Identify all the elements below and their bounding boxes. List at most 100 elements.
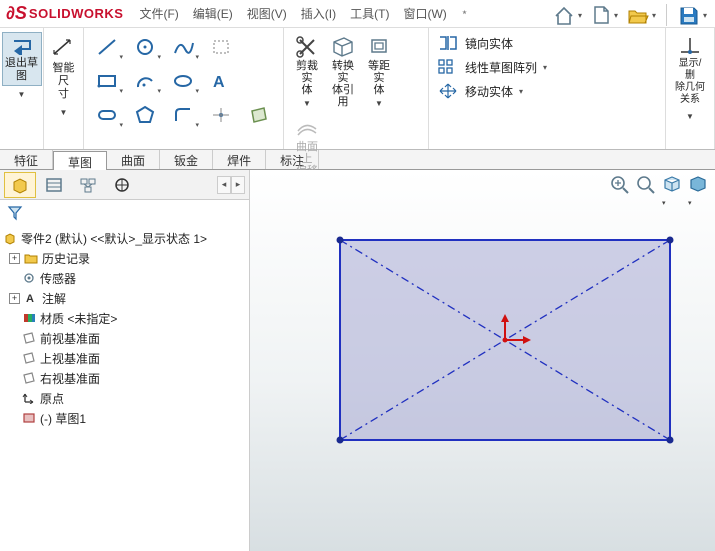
expand-icon[interactable]: + — [9, 293, 20, 304]
empty-slot-1 — [242, 32, 276, 62]
funnel-icon[interactable] — [6, 204, 24, 222]
tab-weldment[interactable]: 焊件 — [213, 150, 266, 169]
qa-open-button[interactable]: ▾ — [624, 2, 658, 28]
move-button[interactable]: 移动实体 ▾ — [437, 82, 657, 100]
exit-sketch-button[interactable]: 退出草 图 — [2, 32, 42, 86]
dropdown-icon[interactable]: ▼ — [18, 90, 26, 99]
offset-button[interactable]: 等距实 体 ▼ — [362, 32, 396, 111]
fillet-tool[interactable]: ▾ — [166, 100, 200, 130]
rectangle-tool[interactable]: ▾ — [90, 66, 124, 96]
expand-icon[interactable]: + — [9, 253, 20, 264]
plane-tool[interactable] — [242, 100, 276, 130]
tree-origin[interactable]: 原点 — [0, 388, 249, 408]
tree-top-plane[interactable]: 上视基准面 — [0, 348, 249, 368]
sketch-rectangle[interactable] — [330, 230, 690, 460]
dropdown-icon[interactable]: ▼ — [60, 108, 68, 117]
display-style-button[interactable]: ▾ — [687, 174, 709, 208]
text-icon: A — [210, 71, 232, 91]
line-tool[interactable]: ▾ — [90, 32, 124, 62]
quick-access-toolbar: ▾ ▾ ▾ ▾ — [550, 2, 709, 28]
qa-home-button[interactable]: ▾ — [550, 2, 584, 28]
panel-next-button[interactable]: ▸ — [231, 176, 245, 194]
filter-row — [0, 200, 249, 226]
open-folder-icon — [626, 4, 650, 26]
rectangle-icon — [96, 71, 118, 91]
dropdown-icon[interactable]: ▼ — [686, 112, 694, 121]
arc-tool[interactable]: ▾ — [128, 66, 162, 96]
display-relations-label: 显示/删 除几何 关系 — [674, 58, 706, 106]
text-tool[interactable]: A — [204, 66, 238, 96]
plane-icon — [248, 105, 270, 125]
tree-sensors-label: 传感器 — [40, 270, 76, 287]
tree-sketch1[interactable]: (-) 草图1 — [0, 408, 249, 428]
property-icon — [44, 176, 64, 194]
tree-annotations[interactable]: + A 注解 — [0, 288, 249, 308]
tab-sheet-metal[interactable]: 钣金 — [160, 150, 213, 169]
smart-dimension-button[interactable]: 智能尺 寸 — [48, 32, 80, 104]
ribbon-group-display: 显示/删 除几何 关系 ▼ — [665, 28, 715, 149]
linear-pattern-label: 线性草图阵列 — [465, 59, 537, 76]
zoom-fit-button[interactable] — [609, 174, 631, 208]
material-icon — [21, 312, 37, 324]
offset-icon — [366, 34, 392, 58]
convert-label: 转换实 体引用 — [328, 60, 358, 108]
convert-button[interactable]: 转换实 体引用 — [326, 32, 360, 111]
tree-history[interactable]: + 历史记录 — [0, 248, 249, 268]
menu-view[interactable]: 视图(V) — [247, 5, 287, 22]
qa-save-button[interactable]: ▾ — [675, 2, 709, 28]
linear-pattern-button[interactable]: 线性草图阵列 ▾ — [437, 58, 657, 76]
panel-nav: ◂ ▸ — [217, 176, 245, 194]
feature-tree: 零件2 (默认) <<默认>_显示状态 1> + 历史记录 传感器 + A 注解 — [0, 226, 249, 551]
menu-edit[interactable]: 编辑(E) — [193, 5, 233, 22]
tree-material[interactable]: 材质 <未指定> — [0, 308, 249, 328]
tree-sensors[interactable]: 传感器 — [0, 268, 249, 288]
feature-tree-tab[interactable] — [4, 172, 36, 198]
tree-top-plane-label: 上视基准面 — [40, 350, 100, 367]
tree-right-plane[interactable]: 右视基准面 — [0, 368, 249, 388]
tab-sketch[interactable]: 草图 — [53, 151, 107, 170]
ribbon: 退出草 图 ▼ 智能尺 寸 ▼ ▾ ▾ ▾ ▾ ▾ ▾ A ▾ ▾ — [0, 28, 715, 150]
sensor-icon — [21, 272, 37, 284]
tree-root[interactable]: 零件2 (默认) <<默认>_显示状态 1> — [0, 228, 249, 248]
spline-tool[interactable]: ▾ — [166, 32, 200, 62]
dropdown-icon[interactable]: ▼ — [303, 100, 311, 109]
tab-surface[interactable]: 曲面 — [107, 150, 160, 169]
part-icon — [10, 176, 30, 194]
convert-icon — [330, 34, 356, 58]
ellipse-tool[interactable]: ▾ — [166, 66, 200, 96]
dimxpert-icon — [112, 176, 132, 194]
circle-tool[interactable]: ▾ — [128, 32, 162, 62]
tree-history-label: 历史记录 — [42, 250, 90, 267]
menu-insert[interactable]: 插入(I) — [301, 5, 336, 22]
polygon-tool[interactable] — [128, 100, 162, 130]
tab-feature[interactable]: 特征 — [0, 150, 53, 169]
menu-more-icon[interactable]: ⋆ — [461, 5, 469, 22]
configuration-tab[interactable] — [72, 172, 104, 198]
smart-dimension-icon — [50, 34, 78, 60]
move-icon — [437, 82, 459, 100]
fillet-icon — [172, 105, 194, 125]
menu-tool[interactable]: 工具(T) — [350, 5, 389, 22]
menu-window[interactable]: 窗口(W) — [403, 5, 446, 22]
dropdown-icon[interactable]: ▼ — [375, 100, 383, 109]
mirror-button[interactable]: 镜向实体 — [437, 34, 657, 52]
construction-geometry-tool[interactable] — [204, 32, 238, 62]
qa-new-button[interactable]: ▾ — [588, 2, 620, 28]
menu-file[interactable]: 文件(F) — [139, 5, 178, 22]
trim-button[interactable]: 剪裁实 体 ▼ — [290, 32, 324, 111]
new-doc-icon — [590, 4, 612, 26]
ribbon-group-smart-dim: 智能尺 寸 ▼ — [44, 28, 84, 149]
graphics-viewport[interactable]: ▾ ▾ — [250, 170, 715, 551]
property-manager-tab[interactable] — [38, 172, 70, 198]
circle-icon — [134, 37, 156, 57]
point-tool[interactable] — [204, 100, 238, 130]
move-label: 移动实体 — [465, 83, 513, 100]
scissors-icon — [294, 34, 320, 58]
zoom-area-button[interactable] — [635, 174, 657, 208]
panel-prev-button[interactable]: ◂ — [217, 176, 231, 194]
slot-tool[interactable]: ▾ — [90, 100, 124, 130]
tree-front-plane[interactable]: 前视基准面 — [0, 328, 249, 348]
dimxpert-tab[interactable] — [106, 172, 138, 198]
display-relations-button[interactable]: 显示/删 除几何 关系 — [672, 32, 708, 108]
view-orientation-button[interactable]: ▾ — [661, 174, 683, 208]
